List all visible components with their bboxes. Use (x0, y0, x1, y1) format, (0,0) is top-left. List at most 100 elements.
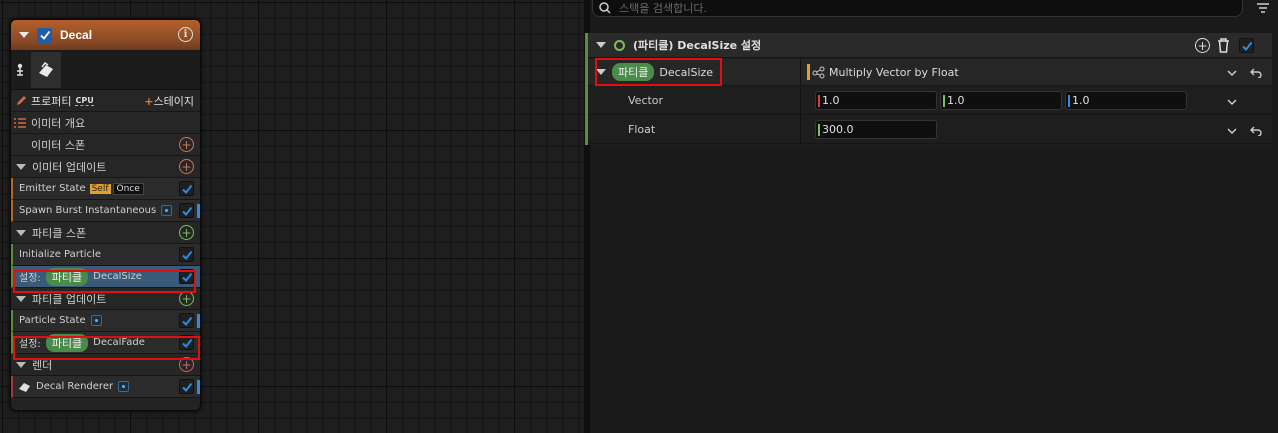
chevron-down-icon[interactable] (1227, 126, 1237, 136)
emitter-spawn-row[interactable]: 이미터 스폰 + (11, 134, 200, 156)
spawn-burst-label: Spawn Burst Instantaneous (19, 205, 157, 216)
dependency-icon (161, 205, 173, 216)
particle-namespace-pill: 파티클 (45, 333, 89, 352)
emitter-node[interactable]: Decal i 프로퍼티 CPU +스테이지 이미터 개요 이미터 스폰 + 이… (10, 19, 201, 411)
add-emitter-spawn-icon[interactable]: + (179, 137, 194, 152)
emitter-state-row[interactable]: Emitter State Self Once (11, 178, 200, 200)
reset-arrow-icon[interactable] (1250, 68, 1262, 78)
vector-x-value: 1.0 (822, 94, 840, 107)
add-particle-spawn-icon[interactable]: + (179, 225, 194, 240)
collapse-arrow-icon[interactable] (16, 163, 26, 170)
vector-row[interactable]: Vector 1.0 1.0 1.0 (588, 87, 1272, 115)
module-status-icon (614, 39, 625, 51)
particle-update-row[interactable]: 파티클 업데이트 + (11, 288, 200, 310)
stage-label: 스테이지 (153, 95, 194, 108)
particle-state-label: Particle State (19, 315, 86, 326)
module-enable-checkbox[interactable] (179, 181, 194, 196)
properties-label: 프로퍼티 (31, 94, 72, 108)
dynamic-input-label[interactable]: Multiply Vector by Float (829, 66, 959, 79)
add-stage-button[interactable]: +스테이지 (144, 93, 194, 109)
chevron-down-icon[interactable] (1227, 97, 1237, 107)
stack-search-input[interactable]: 스택을 검색합니다. (592, 0, 1243, 17)
emitter-enable-checkbox[interactable] (37, 27, 52, 43)
filter-icon[interactable] (1256, 2, 1270, 14)
float-value: 300.0 (822, 123, 854, 136)
collapse-arrow-icon[interactable] (596, 69, 606, 75)
check-icon (181, 206, 192, 216)
set-decal-size-row[interactable]: 설정: 파티클 DecalSize (11, 266, 200, 288)
spawn-burst-row[interactable]: Spawn Burst Instantaneous (11, 200, 200, 222)
pin-icon[interactable] (11, 50, 29, 90)
collapse-arrow-icon[interactable] (596, 42, 606, 48)
initialize-particle-label: Initialize Particle (19, 249, 101, 260)
emitter-state-label: Emitter State (19, 183, 86, 194)
list-icon (14, 117, 26, 128)
pencil-icon (17, 95, 26, 105)
type-color-bar (807, 64, 810, 80)
dependency-icon (90, 315, 102, 326)
module-enable-checkbox[interactable] (179, 313, 194, 328)
vector-z-value: 1.0 (1072, 94, 1090, 107)
add-renderer-icon[interactable]: + (179, 357, 194, 372)
trash-icon[interactable] (1217, 38, 1230, 53)
emitter-title: Decal (60, 28, 93, 42)
dynamic-input-icon (812, 66, 825, 79)
float-input[interactable]: 300.0 (815, 120, 937, 139)
decal-thumbnail-icon[interactable] (31, 51, 61, 88)
decal-renderer-row[interactable]: Decal Renderer (11, 376, 200, 398)
vector-label: Vector (628, 94, 664, 107)
module-enable-checkbox[interactable] (179, 203, 194, 218)
info-icon[interactable]: i (178, 27, 193, 42)
vector-x-input[interactable]: 1.0 (815, 91, 937, 110)
collapse-arrow-icon[interactable] (16, 361, 26, 368)
emitter-update-row[interactable]: 이미터 업데이트 + (11, 156, 200, 178)
initialize-particle-row[interactable]: Initialize Particle (11, 244, 200, 266)
check-icon (181, 250, 192, 260)
emitter-spawn-label: 이미터 스폰 (31, 138, 86, 152)
decal-size-label: DecalSize (93, 271, 142, 282)
set-prefix-label: 설정: (19, 339, 41, 350)
float-label: Float (628, 123, 656, 136)
parameter-row[interactable]: 파티클 DecalSize Multiply Vector by Float (588, 59, 1272, 86)
check-icon (39, 30, 50, 40)
emitter-summary-row[interactable]: 이미터 개요 (11, 112, 200, 134)
chevron-down-icon[interactable] (1227, 68, 1237, 78)
float-row[interactable]: Float 300.0 (588, 116, 1272, 144)
properties-row[interactable]: 프로퍼티 CPU +스테이지 (11, 90, 200, 112)
once-badge: Once (112, 182, 144, 195)
module-details: (파티클) DecalSize 설정 + 파티클 DecalSize Multi… (585, 33, 1272, 145)
particle-state-row[interactable]: Particle State (11, 310, 200, 332)
selection-bar (197, 314, 200, 328)
module-enable-checkbox[interactable] (179, 379, 194, 394)
module-enable-checkbox[interactable] (1239, 38, 1254, 53)
collapse-arrow-icon[interactable] (16, 295, 26, 302)
module-enable-checkbox[interactable] (179, 247, 194, 262)
search-placeholder: 스택을 검색합니다. (619, 2, 707, 15)
plus-icon: + (144, 95, 154, 108)
decal-renderer-label: Decal Renderer (36, 381, 114, 392)
cpu-label: CPU (75, 95, 94, 106)
check-icon (181, 316, 192, 326)
render-row[interactable]: 렌더 + (11, 354, 200, 376)
add-particle-update-icon[interactable]: + (179, 291, 194, 306)
vector-y-value: 1.0 (947, 94, 965, 107)
add-emitter-update-icon[interactable]: + (179, 159, 194, 174)
particle-namespace-pill: 파티클 (612, 63, 655, 81)
particle-spawn-row[interactable]: 파티클 스폰 + (11, 222, 200, 244)
module-enable-checkbox[interactable] (179, 269, 194, 284)
module-enable-checkbox[interactable] (179, 335, 194, 350)
add-icon[interactable]: + (1195, 38, 1210, 53)
check-icon (181, 184, 192, 194)
decal-fade-label: DecalFade (93, 337, 145, 348)
check-icon (1241, 41, 1252, 51)
collapse-arrow-icon[interactable] (16, 229, 26, 236)
set-decal-fade-row[interactable]: 설정: 파티클 DecalFade (11, 332, 200, 354)
collapse-arrow-icon[interactable] (19, 32, 29, 38)
vector-y-input[interactable]: 1.0 (940, 91, 1062, 110)
emitter-header[interactable]: Decal i (11, 20, 200, 50)
module-title-row[interactable]: (파티클) DecalSize 설정 + (588, 33, 1272, 58)
renderer-thumbnails (11, 50, 200, 90)
vector-z-input[interactable]: 1.0 (1065, 91, 1187, 110)
reset-arrow-icon[interactable] (1250, 126, 1262, 136)
decal-icon (19, 382, 30, 392)
